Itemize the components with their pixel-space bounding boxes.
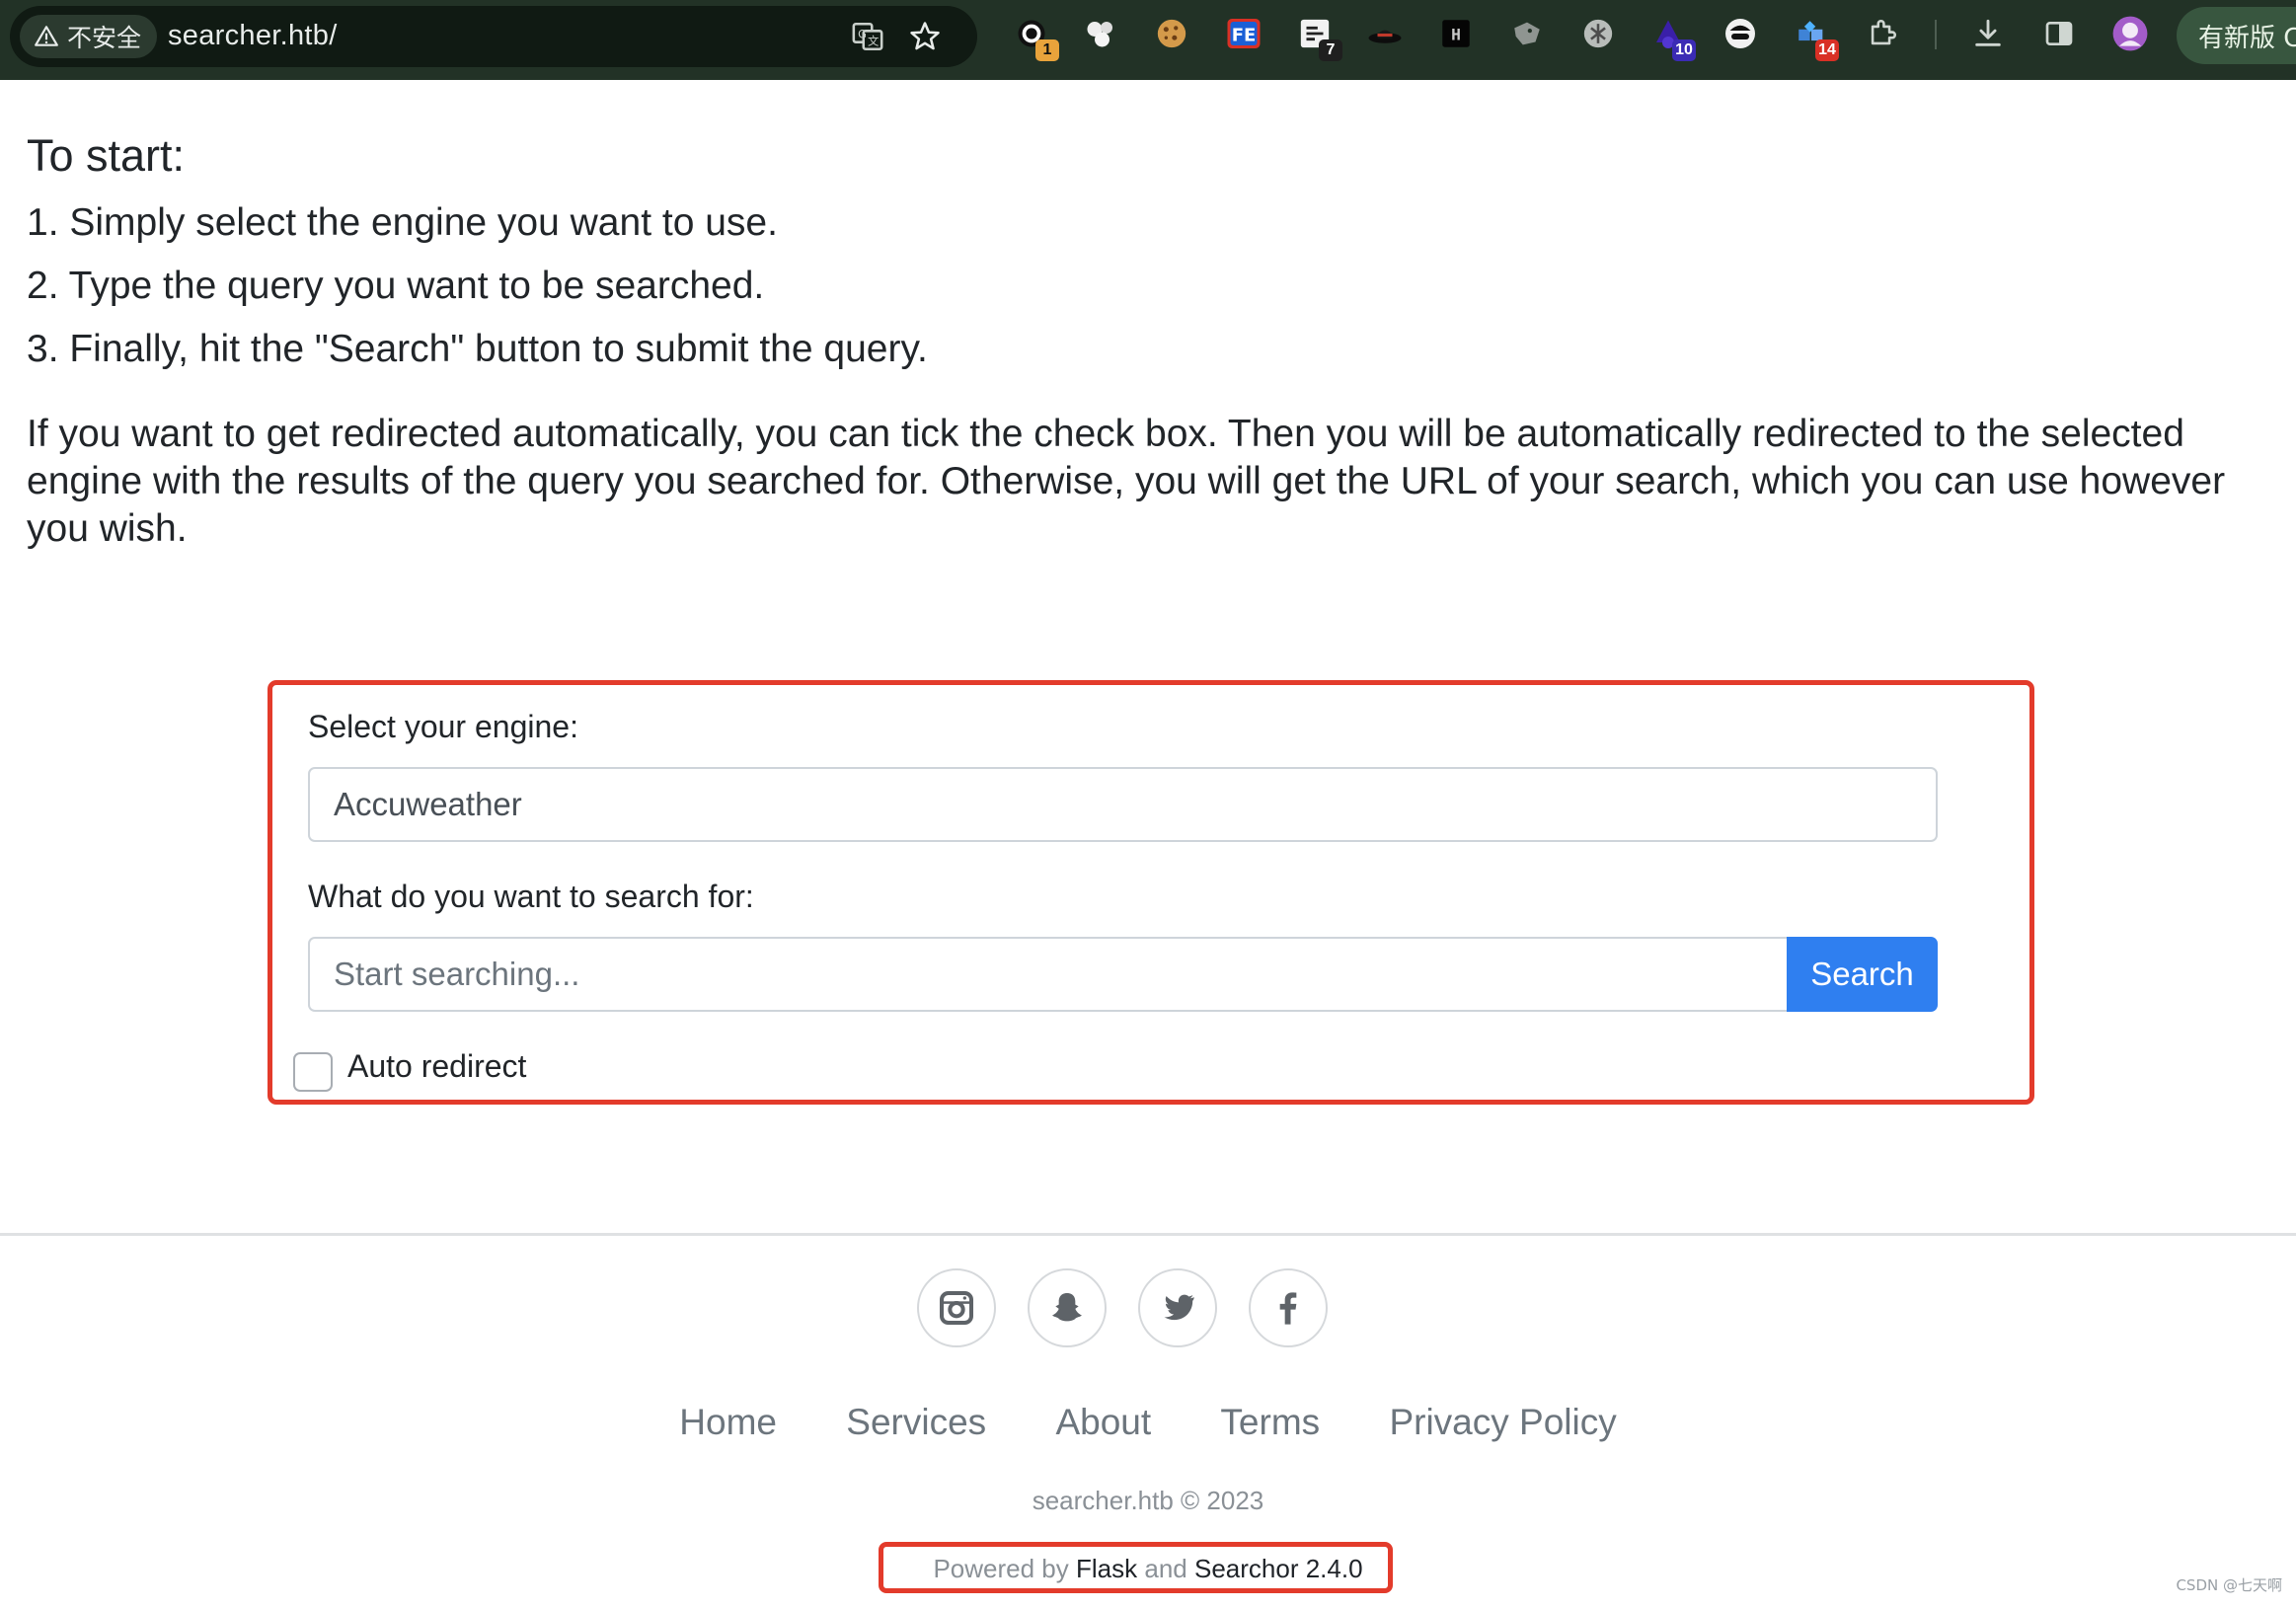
footer-link-privacy[interactable]: Privacy Policy [1389,1402,1616,1443]
intro-step: 1. Simply select the engine you want to … [27,201,778,244]
snapchat-icon[interactable] [1028,1268,1107,1347]
powered-by-line: Powered by Flask and Searchor 2.4.0 [0,1554,2296,1584]
intro-step: 2. Type the query you want to be searche… [27,265,765,307]
svg-text:文: 文 [868,35,879,48]
searchor-link[interactable]: Searchor 2.4.0 [1194,1554,1363,1583]
engine-label: Select your engine: [308,709,578,744]
extension-1-icon[interactable]: 1 [1012,14,1059,61]
footer-link-services[interactable]: Services [846,1402,986,1443]
extension-9-icon[interactable] [1578,14,1618,53]
extension-5-badge: 7 [1319,39,1342,61]
translate-icon[interactable]: G文 [851,20,884,53]
download-icon[interactable] [1968,14,2008,53]
intro-step: 3. Finally, hit the "Search" button to s… [27,328,928,370]
extension-2-icon[interactable] [1081,14,1120,53]
browser-toolbar: 不安全 searcher.htb/ G文 1 FE 7 H 10 14 有新版 … [0,0,2296,80]
footer-link-home[interactable]: Home [679,1402,777,1443]
extension-1-badge: 1 [1035,39,1059,61]
auto-redirect-checkbox[interactable] [293,1052,333,1092]
search-button[interactable]: Search [1787,937,1938,1012]
warning-icon [35,26,58,46]
intro-section: To start: 1. Simply select the engine yo… [27,126,2267,553]
extension-10-badge: 10 [1672,39,1696,61]
star-bookmark-icon[interactable] [908,20,942,53]
footer-divider [0,1233,2296,1236]
security-label: 不安全 [67,24,142,52]
update-button[interactable]: 有新版 C [2177,7,2296,64]
wizard-icon[interactable]: 10 [1648,14,1696,61]
fox-icon[interactable] [1507,14,1547,53]
fe-label: FE [1232,26,1257,46]
fe-helper-icon[interactable]: FE [1224,14,1263,53]
extension-12-badge: 14 [1815,39,1839,61]
profile-avatar-icon[interactable] [2110,14,2150,53]
cookie-icon[interactable] [1152,14,1191,53]
query-input[interactable]: Start searching... [308,937,1788,1012]
query-label: What do you want to search for: [308,879,754,914]
extensions-puzzle-icon[interactable] [1863,14,1902,53]
security-indicator[interactable]: 不安全 [20,15,158,58]
extension-5-icon[interactable]: 7 [1295,14,1342,61]
copyright-text: searcher.htb © 2023 [1032,1486,1264,1515]
extension-12-icon[interactable]: 14 [1792,14,1839,61]
instagram-icon[interactable] [917,1268,996,1347]
footer-link-terms[interactable]: Terms [1220,1402,1320,1443]
flask-link[interactable]: Flask [1076,1554,1137,1583]
svg-text:G: G [858,27,867,40]
toolbar-divider [1935,20,1937,49]
intro-heading: To start: [27,130,186,181]
footer-nav: Home Services About Terms Privacy Policy [0,1402,2296,1443]
auto-redirect-label[interactable]: Auto redirect [347,1048,526,1085]
powered-and: and [1144,1554,1187,1583]
address-bar[interactable]: 不安全 searcher.htb/ G文 [10,6,977,67]
engine-select[interactable]: Accuweather [308,767,1938,842]
hackbar-icon[interactable]: H [1436,14,1476,53]
intro-paragraph: If you want to get redirected automatica… [27,413,2226,550]
hat-icon[interactable] [1365,14,1405,53]
url-text[interactable]: searcher.htb/ [168,20,338,52]
powered-prefix: Powered by [933,1554,1069,1583]
watermark: CSDN @七天啊 [2176,1576,2282,1594]
hackbar-label: H [1451,25,1461,43]
twitter-icon[interactable] [1138,1268,1217,1347]
side-panel-icon[interactable] [2039,14,2079,53]
facebook-icon[interactable] [1249,1268,1328,1347]
footer-link-about[interactable]: About [1055,1402,1151,1443]
spy-icon[interactable] [1721,14,1760,53]
